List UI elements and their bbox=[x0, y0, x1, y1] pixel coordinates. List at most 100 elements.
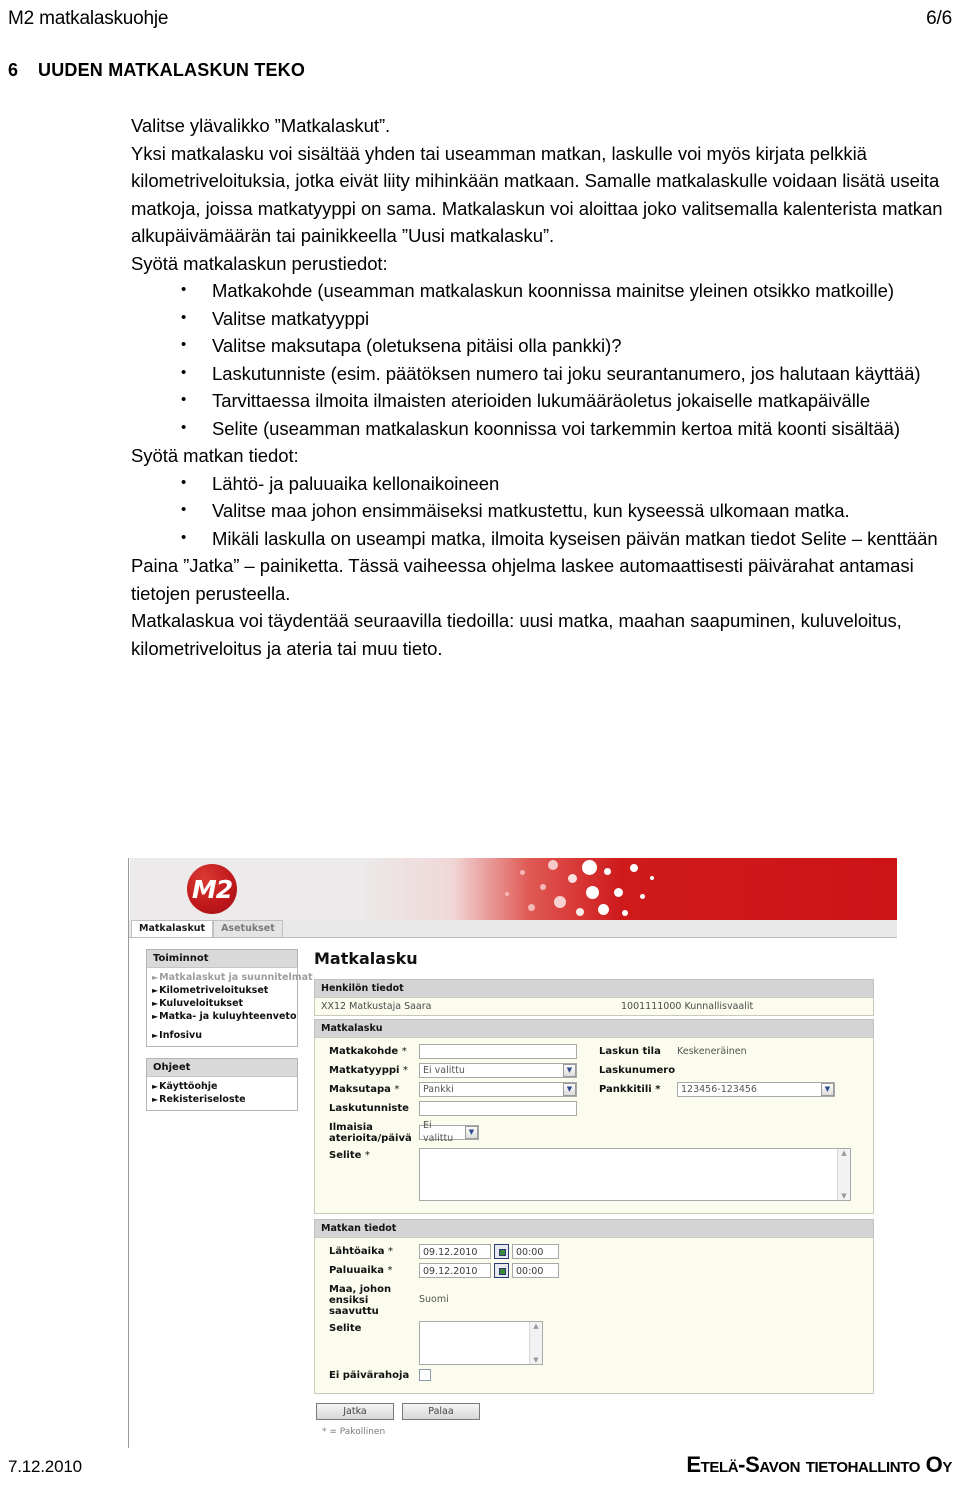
nav-box-ohjeet: Ohjeet ►Käyttöohje ►Rekisteriseloste bbox=[146, 1058, 298, 1111]
sidebar-item-label: Matka- ja kuluyhteenveto bbox=[159, 1011, 297, 1022]
invoice-id-input[interactable] bbox=[419, 1101, 577, 1116]
scroll-down-icon[interactable]: ▼ bbox=[841, 1192, 846, 1200]
sidebar-item-label: Rekisteriseloste bbox=[159, 1094, 246, 1105]
country-value: Suomi bbox=[419, 1294, 449, 1305]
body-copy: Valitse ylävalikko ”Matkalaskut”. Yksi m… bbox=[131, 112, 951, 662]
form-button-row: Jatka Palaa bbox=[314, 1403, 874, 1420]
document-title: M2 matkalaskuohje bbox=[8, 8, 169, 29]
label-trip-type: Matkatyyppi * bbox=[329, 1065, 408, 1076]
sidebar-item-kayttoohje[interactable]: ►Käyttöohje bbox=[147, 1080, 297, 1093]
scroll-up-icon[interactable]: ▲ bbox=[841, 1149, 846, 1157]
section-number: 6 bbox=[8, 60, 19, 80]
person-cost-center: 1001111000 Kunnallisvaalit bbox=[621, 1001, 754, 1012]
trip-description-textarea-value[interactable] bbox=[420, 1322, 529, 1364]
chevron-right-icon: ► bbox=[152, 1031, 159, 1040]
chevron-down-icon[interactable]: ▼ bbox=[563, 1083, 576, 1096]
list-item: Selite (useamman matkalaskun koonnissa v… bbox=[131, 414, 951, 443]
banner-dot-icon bbox=[630, 864, 638, 872]
list-item: Mikäli laskulla on useampi matka, ilmoit… bbox=[131, 524, 951, 553]
row-payment-method: Maksutapa * Pankki ▼ Pankkitili * 123456… bbox=[323, 1082, 865, 1097]
paragraph-overview: Yksi matkalasku voi sisältää yhden tai u… bbox=[131, 142, 943, 247]
row-country: Maa, johon ensiksi saavuttu Suomi bbox=[323, 1282, 865, 1317]
list-item: Valitse maksutapa (oletuksena pitäisi ol… bbox=[131, 331, 951, 360]
paragraph-trip-info-lead: Syötä matkan tiedot: bbox=[131, 445, 299, 466]
required-marker: * bbox=[394, 1084, 400, 1095]
panel-header-invoice: Matkalasku bbox=[314, 1019, 874, 1037]
label-invoice-id: Laskutunniste bbox=[329, 1103, 409, 1114]
person-info-row: XX12 Matkustaja Saara 1001111000 Kunnall… bbox=[314, 997, 874, 1016]
label-destination: Matkakohde * bbox=[329, 1046, 407, 1057]
back-button[interactable]: Palaa bbox=[402, 1403, 480, 1420]
paragraph-intro: Valitse ylävalikko ”Matkalaskut”. bbox=[131, 115, 391, 136]
main-form: Matkalasku Henkilön tiedot XX12 Matkusta… bbox=[298, 949, 897, 1437]
banner-dot-icon bbox=[614, 888, 623, 897]
bank-account-value: 123456-123456 bbox=[681, 1084, 757, 1095]
return-time-input[interactable]: 00:00 bbox=[512, 1263, 559, 1278]
label-bank-account: Pankkitili * bbox=[599, 1084, 661, 1095]
departure-date-input[interactable]: 09.12.2010 bbox=[419, 1244, 491, 1259]
sidebar-item-kuluveloitukset[interactable]: ►Kuluveloitukset bbox=[147, 997, 297, 1010]
trip-info-bullet-list: Lähtö- ja paluuaika kellonaikoineen Vali… bbox=[131, 469, 951, 553]
paragraph-additional-info: Matkalaskua voi täydentää seuraavilla ti… bbox=[131, 610, 902, 659]
sidebar: Toiminnot ►Matkalaskut ja suunnitelmat ►… bbox=[146, 949, 313, 1437]
trip-description-textarea[interactable]: ▲ ▼ bbox=[419, 1321, 543, 1365]
banner-dot-icon bbox=[640, 894, 645, 899]
banner-dot-icon bbox=[598, 904, 609, 915]
row-no-allowance: Ei päivärahoja bbox=[323, 1369, 865, 1381]
chevron-right-icon: ► bbox=[152, 1012, 159, 1021]
nav-box-title: Toiminnot bbox=[147, 950, 297, 968]
free-meals-select[interactable]: Ei valittu ▼ bbox=[419, 1120, 479, 1144]
sidebar-item-label: Kilometriveloitukset bbox=[159, 985, 269, 996]
sidebar-item-kilometriveloitukset[interactable]: ►Kilometriveloitukset bbox=[147, 984, 297, 997]
chevron-right-icon: ► bbox=[152, 973, 159, 982]
calendar-icon[interactable] bbox=[494, 1244, 509, 1259]
trip-type-select[interactable]: Ei valittu ▼ bbox=[419, 1063, 577, 1078]
scrollbar[interactable]: ▲ ▼ bbox=[529, 1322, 542, 1364]
scroll-up-icon[interactable]: ▲ bbox=[533, 1322, 538, 1330]
label-trip-description: Selite bbox=[329, 1323, 362, 1334]
label-no-allowance: Ei päivärahoja bbox=[329, 1369, 410, 1381]
row-description: Selite * ▲ ▼ bbox=[323, 1148, 865, 1201]
calendar-icon[interactable] bbox=[494, 1263, 509, 1278]
page-header: M2 matkalaskuohje 6/6 bbox=[8, 8, 952, 30]
tab-asetukset[interactable]: Asetukset bbox=[213, 920, 283, 937]
footer-date: 7.12.2010 bbox=[8, 1457, 82, 1476]
label-description: Selite * bbox=[329, 1150, 370, 1161]
panel-header-person: Henkilön tiedot bbox=[314, 979, 874, 997]
required-legend: * = Pakollinen bbox=[322, 1427, 386, 1437]
nav-list: ►Käyttöohje ►Rekisteriseloste bbox=[147, 1077, 297, 1110]
sidebar-item-matka-ja-kuluyhteenveto[interactable]: ►Matka- ja kuluyhteenveto bbox=[147, 1010, 297, 1023]
sidebar-item-matkalaskut-ja-suunnitelmat[interactable]: ►Matkalaskut ja suunnitelmat bbox=[147, 971, 313, 984]
sidebar-item-rekisteriseloste[interactable]: ►Rekisteriseloste bbox=[147, 1093, 297, 1106]
nav-box-title: Ohjeet bbox=[147, 1059, 297, 1077]
label-return: Paluuaika * bbox=[329, 1265, 393, 1276]
destination-input[interactable] bbox=[419, 1044, 577, 1059]
paragraph-basic-info-lead: Syötä matkalaskun perustiedot: bbox=[131, 252, 388, 274]
payment-method-select[interactable]: Pankki ▼ bbox=[419, 1082, 577, 1097]
app-tab-bar[interactable]: Matkalaskut Asetukset bbox=[129, 920, 897, 938]
chevron-down-icon[interactable]: ▼ bbox=[563, 1064, 576, 1077]
section-heading: 6 UUDEN MATKALASKUN TEKO bbox=[8, 60, 952, 81]
chevron-down-icon[interactable]: ▼ bbox=[465, 1125, 478, 1139]
banner-dot-icon bbox=[528, 904, 535, 911]
section-title: UUDEN MATKALASKUN TEKO bbox=[38, 60, 306, 80]
scroll-down-icon[interactable]: ▼ bbox=[533, 1356, 538, 1364]
row-invoice-id: Laskutunniste bbox=[323, 1101, 865, 1116]
departure-time-input[interactable]: 00:00 bbox=[512, 1244, 559, 1259]
banner-dot-icon bbox=[576, 908, 584, 916]
list-item: Valitse maa johon ensimmäiseksi matkuste… bbox=[131, 496, 951, 525]
page-title: Matkalasku bbox=[314, 949, 418, 968]
no-allowance-checkbox[interactable] bbox=[419, 1369, 431, 1381]
scrollbar[interactable]: ▲ ▼ bbox=[837, 1149, 850, 1200]
list-item: Tarvittaessa ilmoita ilmaisten aterioide… bbox=[131, 386, 951, 415]
return-date-input[interactable]: 09.12.2010 bbox=[419, 1263, 491, 1278]
tab-matkalaskut[interactable]: Matkalaskut bbox=[131, 920, 214, 937]
chevron-down-icon[interactable]: ▼ bbox=[821, 1083, 834, 1096]
sidebar-item-infosivu[interactable]: ►Infosivu bbox=[147, 1029, 297, 1042]
banner-dot-icon bbox=[554, 896, 566, 908]
description-textarea[interactable]: ▲ ▼ bbox=[419, 1148, 851, 1201]
bank-account-select[interactable]: 123456-123456 ▼ bbox=[677, 1082, 835, 1097]
sidebar-item-label: Matkalaskut ja suunnitelmat bbox=[159, 972, 313, 983]
continue-button[interactable]: Jatka bbox=[316, 1403, 394, 1420]
description-textarea-value[interactable] bbox=[420, 1149, 837, 1200]
